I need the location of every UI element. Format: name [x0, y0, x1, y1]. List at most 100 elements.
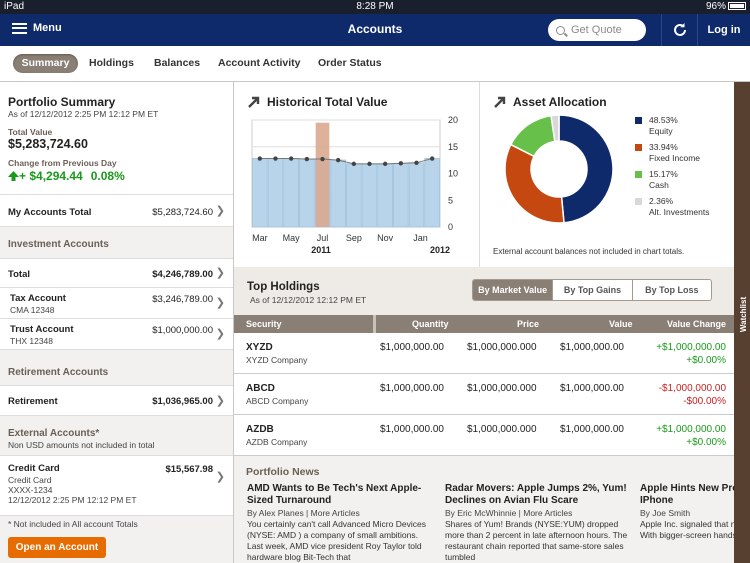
total-value-label: Total Value [8, 127, 53, 137]
filter-by-top-gains[interactable]: By Top Gains [552, 280, 632, 300]
change-label: Change from Previous Day [8, 158, 117, 168]
login-button[interactable]: Log in [697, 14, 750, 46]
section-tabs: Summary Holdings Balances Account Activi… [0, 46, 750, 82]
legend-label: Equity [649, 125, 673, 136]
historical-title: Historical Total Value [248, 95, 387, 109]
legend-percent: 33.94% [649, 142, 678, 152]
top-holdings-as-of: As of 12/12/2012 12:12 PM ET [250, 295, 367, 305]
investment-total-row[interactable]: Total $4,246,789.00 ❯ [0, 258, 233, 287]
watchlist-drawer-tab[interactable]: Watchlist [734, 82, 750, 563]
retirement-label: Retirement [8, 396, 58, 407]
value-cell: $1,000,000.00 [560, 342, 624, 353]
value-bar [252, 158, 268, 228]
chevron-right-icon: ❯ [215, 328, 225, 340]
credit-card-label: Credit Card [8, 463, 60, 474]
legend-swatch [635, 117, 642, 124]
value-change-percent: +$0.00% [686, 437, 726, 448]
my-accounts-total-value: $5,283,724.60 [152, 207, 213, 218]
col-value-change: Value Change [667, 319, 727, 329]
filter-by-market-value[interactable]: By Market Value [473, 280, 553, 300]
refresh-button[interactable] [661, 14, 697, 46]
open-account-button[interactable]: Open an Account [8, 537, 106, 558]
value-bar [267, 158, 284, 228]
legend-item: 15.17% Cash [635, 169, 733, 196]
up-arrow-icon [8, 171, 19, 181]
y-tick-label: 20 [448, 115, 458, 125]
tab-balances[interactable]: Balances [154, 54, 200, 73]
legend-percent: 48.53% [649, 115, 678, 125]
trust-account-row[interactable]: Trust Account THX 12348 $1,000,000.00 ❯ [0, 318, 233, 349]
total-value: $5,283,724.60 [8, 137, 88, 151]
x-tick-label: Sep [346, 233, 362, 243]
quantity-cell: $1,000,000.00 [380, 383, 444, 394]
portfolio-news-title: Portfolio News [246, 466, 320, 478]
menu-button[interactable]: Menu [12, 22, 62, 34]
news-item[interactable]: Radar Movers: Apple Jumps 2%, Yum! Decli… [445, 483, 630, 563]
asset-allocation-donut [504, 114, 614, 224]
value-cell: $1,000,000.00 [560, 424, 624, 435]
tab-holdings[interactable]: Holdings [89, 54, 134, 73]
value-change-percent: +$0.00% [686, 355, 726, 366]
news-excerpt: Apple Inc. signaled that new products is… [640, 519, 734, 540]
my-accounts-total-row[interactable]: My Accounts Total $5,283,724.60 ❯ [0, 194, 233, 226]
news-headline: Radar Movers: Apple Jumps 2%, Yum! Decli… [445, 483, 627, 506]
quantity-cell: $1,000,000.00 [380, 424, 444, 435]
legend-item: 33.94% Fixed Income [635, 142, 733, 169]
tab-account-activity[interactable]: Account Activity [218, 54, 300, 73]
quote-placeholder: Get Quote [571, 24, 622, 36]
data-point [304, 156, 310, 162]
x-tick-label: May [283, 233, 301, 243]
asset-allocation-panel: Asset Allocation 48.53% Equity 33.94% Fixed… [480, 82, 734, 267]
credit-card-row[interactable]: Credit Card Credit Card XXXX-1234 12/12/… [0, 455, 233, 515]
data-point [429, 156, 435, 161]
credit-card-number: XXXX-1234 [8, 485, 53, 495]
highlight-bar [315, 122, 330, 227]
top-nav-bar: Menu Accounts Get Quote Log in [0, 14, 750, 46]
x-tick-label: Jul [317, 233, 329, 243]
retirement-row[interactable]: Retirement $1,036,965.00 ❯ [0, 385, 233, 415]
data-point [398, 161, 404, 166]
clock: 8:28 PM [356, 1, 394, 12]
legend-item: 2.36% Alt. Investments [635, 196, 733, 223]
year-label: 2011 [311, 245, 331, 255]
expand-arrow-icon[interactable] [494, 96, 506, 108]
trust-account-label: Trust Account [10, 324, 74, 335]
tab-order-status[interactable]: Order Status [318, 54, 382, 73]
security-symbol: ABCD [246, 383, 275, 394]
filter-by-top-loss[interactable]: By Top Loss [631, 280, 711, 300]
external-accounts-header: External Accounts* Non USD amounts not i… [0, 415, 233, 455]
data-point [257, 156, 263, 161]
tab-summary[interactable]: Summary [13, 54, 78, 73]
tax-account-number: CMA 12348 [10, 305, 55, 315]
year-label: 2012 [430, 245, 450, 255]
col-quantity: Quantity [412, 319, 449, 329]
historical-total-value-panel: Historical Total Value 0 5 10 15 20 Mar May Jul… [234, 82, 480, 267]
news-item[interactable]: AMD Wants to Be Tech's Next Apple-Sized … [247, 483, 432, 563]
col-security: Security [246, 319, 282, 329]
portfolio-sidebar: Portfolio Summary As of 12/12/2012 2:25 … [0, 82, 234, 563]
value-change-amount: +$1,000,000.00 [656, 424, 726, 435]
data-point [367, 161, 372, 167]
security-company: ABCD Company [246, 396, 309, 406]
tax-account-row[interactable]: Tax Account CMA 12348 $3,246,789.00 ❯ [0, 287, 233, 318]
get-quote-search[interactable]: Get Quote [548, 19, 646, 41]
table-row[interactable]: XYZD XYZD Company $1,000,000.00 $1,000,000.… [234, 333, 734, 374]
change-from-previous-day: + $4,294.44 0.08% [8, 169, 125, 183]
y-tick-label: 0 [448, 222, 453, 232]
x-tick-label: Nov [377, 233, 394, 243]
table-row[interactable]: ABCD ABCD Company $1,000,000.00 $1,000,000.… [234, 374, 734, 415]
expand-arrow-icon[interactable] [248, 96, 260, 108]
holdings-sort-segmented: By Market Value By Top Gains By Top Loss [472, 279, 712, 301]
value-bar [377, 163, 393, 228]
news-item[interactable]: Apple Hints New Products With Bigger IPh… [640, 483, 734, 541]
external-note: Non USD amounts not included in total [8, 440, 155, 450]
value-cell: $1,000,000.00 [560, 383, 624, 394]
allocation-legend: 48.53% Equity 33.94% Fixed Income 15.17% Cash… [635, 115, 733, 223]
tax-account-label: Tax Account [10, 293, 66, 304]
y-tick-label: 15 [448, 142, 458, 152]
table-row[interactable]: AZDB AZDB Company $1,000,000.00 $1,000,000.… [234, 415, 734, 456]
legend-percent: 15.17% [649, 169, 678, 179]
data-point [351, 161, 357, 167]
hamburger-icon [12, 22, 27, 34]
value-bar [346, 163, 362, 228]
